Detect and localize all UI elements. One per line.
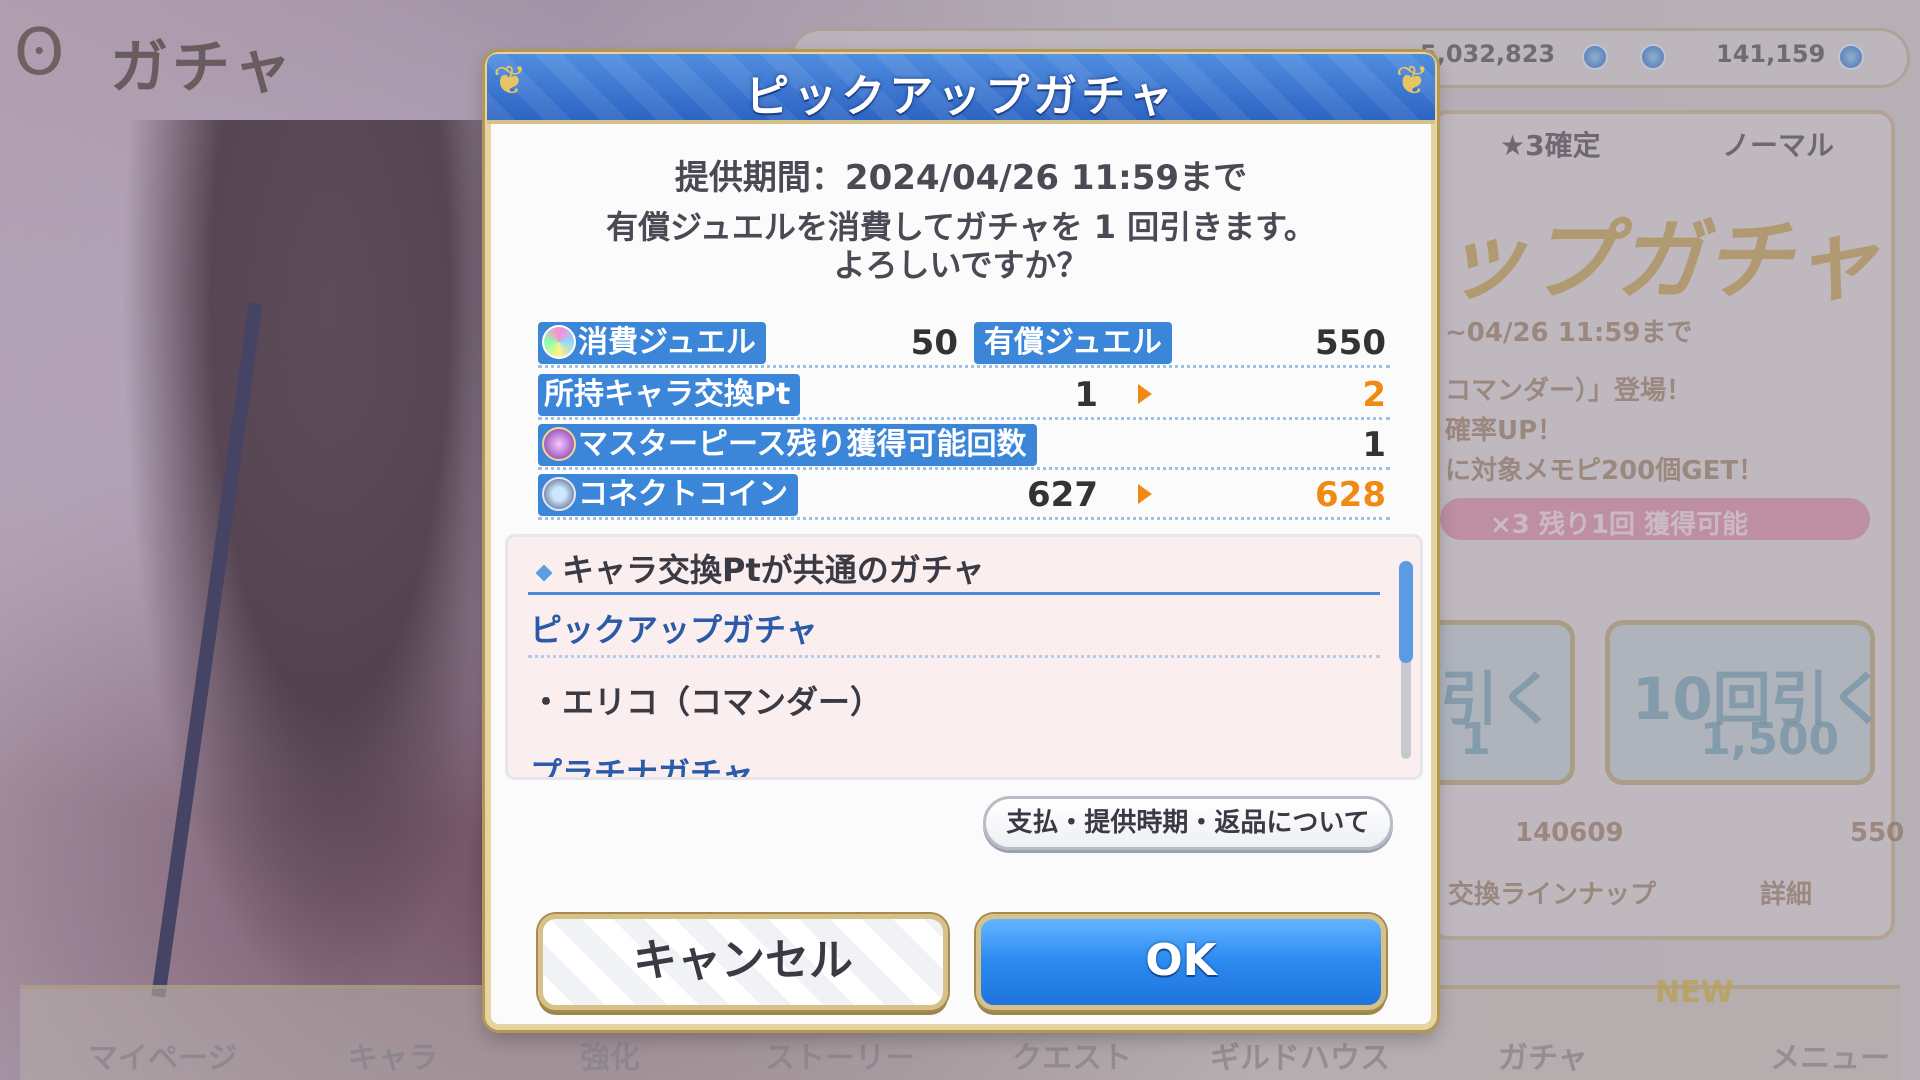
consume-jewel-label: 消費ジュエル	[538, 322, 766, 364]
ok-button[interactable]: OK	[976, 914, 1386, 1010]
list-scrollbar-thumb[interactable]	[1399, 561, 1413, 663]
connect-coin-before: 627	[1027, 475, 1098, 515]
row-divider	[538, 365, 1390, 368]
paid-jewel-value: 550	[1315, 323, 1386, 363]
jewel-row: 消費ジュエル 50 有償ジュエル 550	[538, 322, 1390, 368]
exchange-pt-after: 2	[1362, 375, 1386, 415]
payment-info-button[interactable]: 支払・提供時期・返品について	[983, 796, 1393, 850]
gacha-confirm-dialog: ❦ ピックアップガチャ ❦ 提供期間：2024/04/26 11:59まで 有償…	[485, 52, 1437, 1030]
coin-icon	[542, 477, 576, 511]
row-divider	[538, 467, 1390, 470]
list-heading-underline	[528, 592, 1380, 595]
exchange-pt-before: 1	[1074, 375, 1098, 415]
diamond-icon	[535, 564, 553, 582]
confirm-line-1: 有償ジュエルを消費してガチャを 1 回引きます。	[606, 208, 1316, 246]
connect-coin-label: コネクトコイン	[538, 474, 798, 516]
masterpiece-value: 1	[1362, 425, 1386, 465]
dialog-header: ❦ ピックアップガチャ ❦	[487, 54, 1435, 124]
masterpiece-icon	[542, 427, 576, 461]
list-character-item: ・エリコ（コマンダー）	[530, 683, 883, 721]
row-divider	[538, 517, 1390, 520]
masterpiece-row: マスターピース残り獲得可能回数 1	[538, 424, 1390, 470]
exchange-pt-label: 所持キャラ交換Pt	[538, 374, 801, 416]
masterpiece-label: マスターピース残り獲得可能回数	[538, 424, 1037, 466]
arrow-right-icon	[1138, 484, 1152, 504]
consume-jewel-value: 50	[910, 323, 958, 363]
exchange-pt-row: 所持キャラ交換Pt 1 2	[538, 374, 1390, 420]
connect-coin-row: コネクトコイン 627 628	[538, 474, 1390, 520]
corner-ornament-icon: ❦	[1395, 58, 1429, 104]
shared-gacha-list[interactable]: キャラ交換Ptが共通のガチャ ピックアップガチャ ・エリコ（コマンダー） プラチ…	[505, 534, 1423, 780]
list-gacha-name: プラチナガチャ	[530, 755, 754, 780]
confirm-message: 有償ジュエルを消費してガチャを 1 回引きます。 よろしいですか？	[491, 208, 1431, 284]
offer-period: 提供期間：2024/04/26 11:59まで	[674, 158, 1248, 198]
paid-jewel-label: 有償ジュエル	[974, 322, 1172, 364]
list-heading: キャラ交換Ptが共通のガチャ	[535, 545, 984, 591]
list-gacha-name: ピックアップガチャ	[530, 611, 818, 649]
arrow-right-icon	[1138, 384, 1152, 404]
dialog-title: ピックアップガチャ	[745, 71, 1177, 122]
list-divider	[528, 655, 1380, 658]
row-divider	[538, 417, 1390, 420]
connect-coin-after: 628	[1315, 475, 1386, 515]
cancel-button[interactable]: キャンセル	[538, 914, 948, 1010]
confirm-line-2: よろしいですか？	[833, 246, 1089, 284]
jewel-icon	[542, 325, 576, 359]
